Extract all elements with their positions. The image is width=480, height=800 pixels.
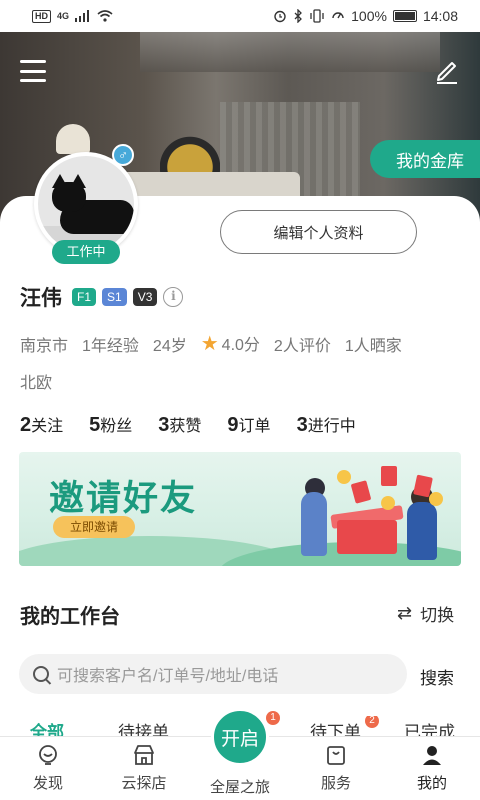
age: 24岁: [152, 337, 187, 355]
alarm-icon: [274, 10, 286, 23]
level-tag-f: F1: [72, 288, 97, 306]
banner-title: 邀请好友: [49, 479, 198, 518]
user-name: 汪伟: [20, 287, 62, 310]
search-icon: [33, 666, 49, 682]
stat-in-progress[interactable]: 3进行中: [297, 412, 356, 437]
level-tag-s: S1: [102, 288, 127, 306]
work-status-badge[interactable]: 工作中: [52, 240, 120, 264]
name-row: 汪伟 F1 S1 V3 i: [20, 282, 184, 312]
battery-percent: 100%: [351, 8, 387, 24]
level-tag-v: V3: [132, 288, 158, 306]
invite-friends-banner[interactable]: 邀请好友 立即邀请: [19, 452, 461, 566]
design-style: 北欧: [20, 375, 53, 392]
search-button[interactable]: 搜索: [420, 664, 454, 689]
rating: ★ 4.0分: [200, 333, 260, 355]
hd-indicator: HD: [32, 9, 51, 23]
profile-stats: 2关注 5粉丝 3获赞 9订单 3进行中: [20, 412, 356, 437]
profile-meta: 南京市 1年经验 24岁 ★ 4.0分 2人评价 1人晒家: [20, 331, 402, 356]
experience: 1年经验: [82, 337, 139, 355]
review-count[interactable]: 2人评价: [274, 332, 331, 356]
my-vault-button[interactable]: 我的金库: [370, 140, 480, 178]
status-bar: HD 4G 100% 14:08: [0, 0, 480, 32]
info-icon[interactable]: i: [163, 287, 184, 307]
tab-badge: 2: [365, 716, 379, 728]
pencil-icon[interactable]: [434, 56, 460, 84]
clock: 14:08: [422, 8, 458, 24]
red-envelope-icon: [381, 466, 397, 486]
star-icon: ★: [200, 333, 219, 355]
showcase-count[interactable]: 1人晒家: [345, 332, 402, 356]
edit-profile-button[interactable]: 编辑个人资料: [220, 210, 417, 254]
stat-likes[interactable]: 3获赞: [158, 412, 201, 437]
data-saver-icon: [332, 12, 344, 19]
store-icon: [134, 745, 154, 765]
wifi-icon: [97, 10, 113, 22]
user-icon: [423, 746, 441, 765]
search-input[interactable]: 可搜索客户名/订单号/地址/电话: [19, 654, 407, 694]
nav-whole-house-tour[interactable]: 全屋之旅: [0, 776, 480, 797]
invite-now-button[interactable]: 立即邀请: [53, 516, 135, 538]
signal-bars-icon: [75, 10, 90, 22]
start-journey-button[interactable]: 开启: [211, 708, 269, 766]
tab-pending-order[interactable]: 待下单: [310, 718, 361, 736]
tab-pending-accept[interactable]: 待接单: [118, 718, 169, 736]
gift-box-icon: [337, 520, 397, 554]
stat-followers[interactable]: 5粉丝: [89, 412, 132, 437]
stat-orders[interactable]: 9订单: [227, 412, 270, 437]
vibrate-icon: [310, 9, 324, 23]
tab-completed[interactable]: 已完成: [404, 718, 455, 736]
bluetooth-icon: [294, 9, 303, 23]
city: 南京市: [20, 337, 69, 355]
male-icon: ♂: [112, 144, 134, 166]
bag-icon: [327, 746, 345, 765]
journey-badge: 1: [266, 711, 280, 725]
menu-icon[interactable]: [20, 60, 46, 82]
stat-following[interactable]: 2关注: [20, 412, 63, 437]
battery-icon: [392, 10, 417, 22]
tab-all[interactable]: 全部: [30, 718, 64, 736]
discover-icon: [39, 745, 57, 765]
switch-arrows-icon: ⇄: [397, 603, 413, 623]
search-placeholder: 可搜索客户名/订单号/地址/电话: [57, 668, 279, 685]
coin-icon: [381, 496, 395, 510]
workbench-title: 我的工作台: [20, 606, 120, 628]
signal-indicator: 4G: [57, 11, 70, 21]
switch-button[interactable]: ⇄ 切换: [397, 601, 454, 626]
